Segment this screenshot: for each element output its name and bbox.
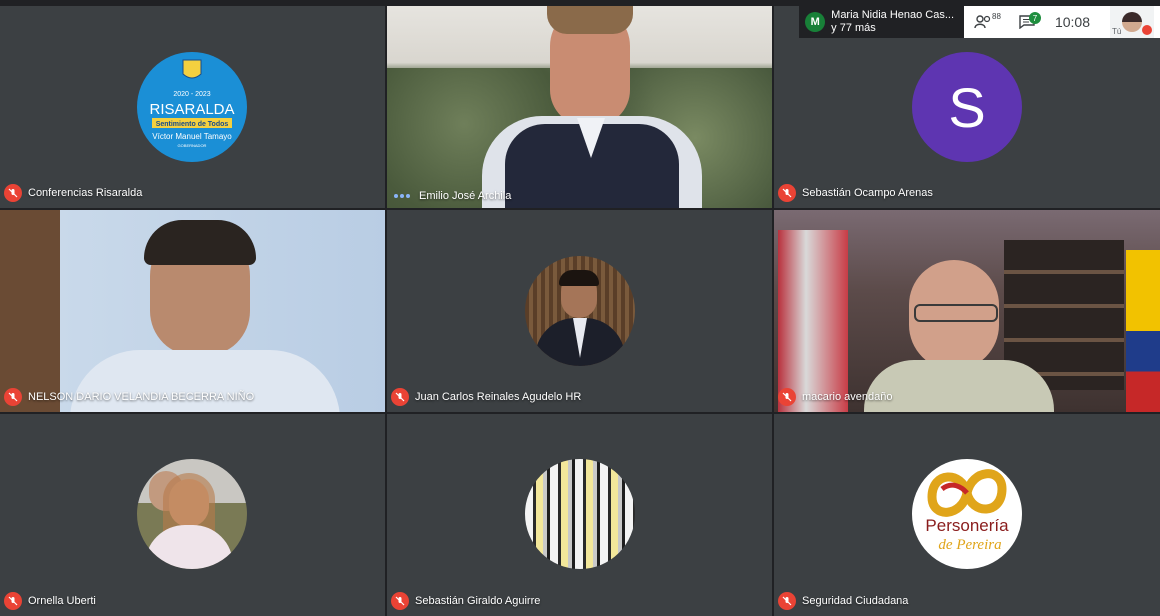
mic-off-icon (4, 184, 22, 202)
self-mic-off-icon (1142, 25, 1152, 35)
participant-name: Conferencias Risaralda (28, 187, 143, 199)
chat-button[interactable]: 7 (1019, 12, 1041, 29)
self-label: Tú (1112, 27, 1122, 36)
avatar (525, 256, 635, 366)
mic-off-icon (778, 592, 796, 610)
flag-right (1126, 250, 1160, 412)
participant-name-row: Seguridad Ciudadana (778, 592, 908, 610)
personeria-logo: Personería de Pereira (912, 459, 1022, 569)
presenter-more: y 77 más (831, 22, 876, 34)
risaralda-logo: 2020 - 2023 RISARALDA Sentimiento de Tod… (137, 52, 247, 162)
participant-name-row: Conferencias Risaralda (4, 184, 142, 202)
participant-name: Emilio José Archila (419, 190, 512, 202)
presenter-avatar: M (805, 12, 826, 32)
people-count: 88 (992, 11, 1001, 21)
svg-text:2020 - 2023: 2020 - 2023 (173, 91, 210, 98)
participant-tile[interactable]: Emilio José Archila (387, 6, 772, 208)
self-view[interactable]: Tú (1110, 6, 1154, 38)
people-icon (974, 15, 991, 29)
participant-name: Juan Carlos Reinales Agudelo HR (415, 391, 582, 403)
participant-name-row: Juan Carlos Reinales Agudelo HR (391, 388, 581, 406)
avatar (525, 459, 635, 569)
clock: 10:08 (1054, 14, 1090, 30)
participant-name: macario avendaño (802, 391, 893, 403)
participant-name: Seguridad Ciudadana (802, 595, 909, 607)
shield-icon: 2020 - 2023 RISARALDA Sentimiento de Tod… (149, 59, 235, 148)
mic-off-icon (778, 388, 796, 406)
participant-name: Sebastián Giraldo Aguirre (415, 595, 541, 607)
participant-tile[interactable]: Ornella Uberti (0, 414, 385, 616)
avatar (137, 459, 247, 569)
participant-tile[interactable]: NELSON DARIO VELANDIA BECERRA NIÑO (0, 210, 385, 412)
participant-tile[interactable]: Personería de Pereira Seguridad Ciudadan… (774, 414, 1160, 616)
svg-text:de Pereira: de Pereira (938, 537, 1001, 553)
mic-off-icon (4, 592, 22, 610)
svg-text:Sentimiento de Todos: Sentimiento de Todos (156, 121, 229, 128)
speaking-indicator-icon (391, 194, 413, 198)
participant-tile[interactable]: macario avendaño (774, 210, 1160, 412)
mic-off-icon (4, 388, 22, 406)
avatar (1122, 12, 1142, 32)
meeting-controls-panel: 88 7 10:08 Tú (964, 6, 1160, 38)
people-button[interactable]: 88 (970, 11, 1005, 29)
participant-name-row: NELSON DARIO VELANDIA BECERRA NIÑO (4, 388, 254, 406)
presenter-info[interactable]: M Maria Nidia Henao Cas... y 77 más (799, 6, 965, 38)
participant-name-row: Sebastián Giraldo Aguirre (391, 592, 540, 610)
svg-text:GOBERNADOR: GOBERNADOR (178, 143, 207, 148)
meeting-topbar: M Maria Nidia Henao Cas... y 77 más 88 7… (799, 6, 1160, 38)
svg-text:Personería: Personería (925, 516, 1009, 535)
participant-name: Ornella Uberti (28, 595, 96, 607)
participant-name: Sebastián Ocampo Arenas (802, 187, 933, 199)
svg-text:RISARALDA: RISARALDA (149, 101, 234, 118)
participant-tile[interactable]: Sebastián Giraldo Aguirre (387, 414, 772, 616)
flag-left (778, 230, 848, 412)
mic-off-icon (391, 388, 409, 406)
presenter-name: Maria Nidia Henao Cas... (831, 9, 955, 21)
participant-name-row: macario avendaño (778, 388, 893, 406)
participant-name-row: Sebastián Ocampo Arenas (778, 184, 933, 202)
participant-name: NELSON DARIO VELANDIA BECERRA NIÑO (28, 391, 255, 403)
participant-tile[interactable]: Juan Carlos Reinales Agudelo HR (387, 210, 772, 412)
participant-name-row: Ornella Uberti (4, 592, 96, 610)
participant-name-row: Emilio José Archila (391, 190, 511, 202)
avatar: S (912, 52, 1022, 162)
svg-text:Víctor Manuel Tamayo: Víctor Manuel Tamayo (152, 132, 232, 141)
chat-badge: 7 (1028, 12, 1041, 24)
mic-off-icon (391, 592, 409, 610)
participant-tile[interactable]: 2020 - 2023 RISARALDA Sentimiento de Tod… (0, 6, 385, 208)
mic-off-icon (778, 184, 796, 202)
